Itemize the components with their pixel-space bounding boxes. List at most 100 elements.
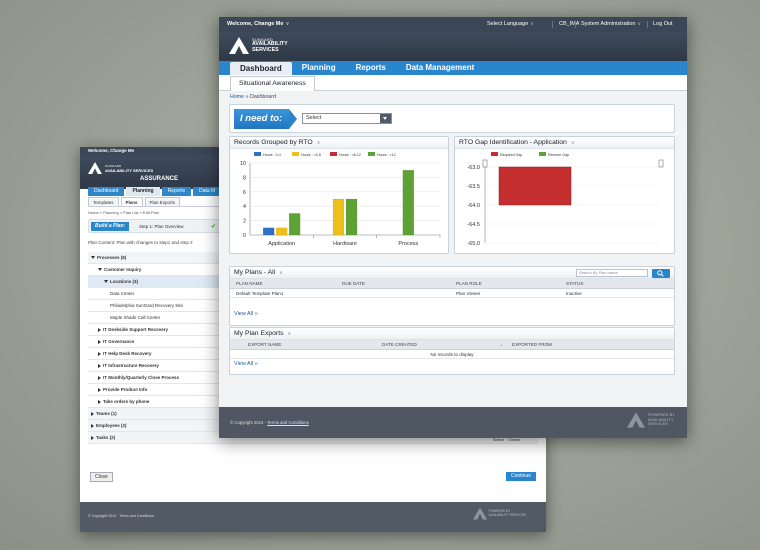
logo-icon: [626, 412, 645, 428]
back-nav-data[interactable]: Data M: [193, 187, 222, 196]
welcome-menu[interactable]: Welcome, Change Me ∨: [227, 17, 290, 32]
logout-link[interactable]: Log Out: [653, 17, 673, 32]
scroll-handle-right: [658, 159, 664, 168]
plan-name-cell[interactable]: Default Template Plan1: [236, 289, 283, 298]
back-nav-reports[interactable]: Reports: [161, 187, 192, 196]
collapse-icon: [98, 339, 101, 344]
legend-swatch: [491, 152, 498, 156]
collapse-icon: [98, 375, 101, 380]
my-plans-panel: My Plans - All ∨ Search By Plan name PLAN…: [229, 266, 675, 326]
tab-situational-awareness[interactable]: Situational Awareness: [230, 76, 315, 91]
col-plan-role[interactable]: PLAN ROLE: [456, 279, 482, 289]
col-date-created[interactable]: DATE CREATED: [382, 340, 417, 350]
my-exports-panel: My Plan Exports ∨ EXPORT NAME DATE CREATE…: [229, 327, 675, 375]
product-name: ASSURANCE: [140, 176, 179, 182]
plan-content-line: Plan Content: Plan with changes to step1…: [88, 240, 193, 245]
back-nav-planning[interactable]: Planning: [126, 187, 160, 196]
step1-label[interactable]: Step 1: Plan Overview: [139, 224, 184, 229]
empty-message: No records to display: [430, 352, 474, 357]
rto-gap-chart: Required Gap Recover Gap -63.0 -63.5 -64.0 -6…: [467, 152, 664, 247]
terms-link[interactable]: Terms and Conditions: [267, 420, 309, 425]
i-need-to-label: I need to:: [234, 109, 297, 129]
breadcrumb: Home » Dashboard: [230, 94, 276, 100]
col-plan-name[interactable]: PLAN NAME: [236, 279, 263, 289]
chevron-down-icon: ∨: [637, 21, 642, 27]
header: SUNGARD AVAILABILITY SERVICES: [219, 32, 687, 61]
back-nav: Dashboard Planning Reports Data M: [88, 187, 222, 196]
status-cell: Inactive: [566, 291, 582, 296]
logo[interactable]: SUNGARD AVAILABILITY SERVICES: [229, 37, 288, 54]
collapse-icon: [98, 363, 101, 368]
select-language[interactable]: Select Language ∨: [487, 17, 534, 32]
sort-icon[interactable]: ↓: [500, 340, 502, 350]
system-admin-menu[interactable]: System Administration ∨: [581, 17, 641, 32]
panel-title: My Plan Exports: [234, 330, 284, 337]
back-breadcrumb[interactable]: Home » Planning » Plan List » Edit Plan: [88, 210, 159, 215]
breadcrumb-home[interactable]: Home: [230, 94, 244, 100]
col-status[interactable]: STATUS: [566, 279, 583, 289]
front-window: Welcome, Change Me ∨ Select Language ∨ CB_…: [219, 17, 687, 438]
divider: [552, 21, 553, 28]
expand-icon: [91, 256, 95, 260]
plan-search-input[interactable]: Search By Plan name: [576, 269, 648, 277]
search-icon: [657, 269, 664, 277]
check-icon: ✔: [211, 224, 217, 230]
legend-swatch: [539, 152, 546, 156]
col-due-date[interactable]: DUE DATE: [342, 279, 365, 289]
back-tab-exports[interactable]: Plan Exports: [144, 197, 181, 206]
chevron-down-icon: ∨: [530, 21, 534, 27]
search-button[interactable]: [652, 268, 670, 278]
close-button[interactable]: Close: [90, 472, 113, 482]
back-tab-templates[interactable]: Templates: [88, 197, 119, 206]
chevron-down-icon: ∨: [285, 21, 290, 27]
divider: [575, 21, 576, 28]
plan-role-cell: Plan Viewer: [456, 291, 481, 296]
y-tick-label: 10: [240, 161, 246, 167]
i-need-to-select[interactable]: Select: [302, 113, 392, 124]
rto-gap-panel: RTO Gap Identification - Application ∨ Re…: [454, 136, 675, 254]
nav-data-management[interactable]: Data Management: [396, 61, 484, 75]
chevron-down-icon[interactable]: ∨: [279, 270, 283, 276]
copyright: © Copyright 2014 - Terms and Conditions: [230, 420, 309, 425]
exports-view-all-link[interactable]: View All »: [234, 361, 258, 367]
plans-view-all-link[interactable]: View All »: [234, 311, 258, 317]
nav-planning[interactable]: Planning: [292, 61, 346, 75]
y-tick-label: -65.0: [467, 241, 480, 247]
y-tick-label: -64.0: [467, 203, 480, 209]
chevron-down-icon[interactable]: ∨: [317, 140, 321, 146]
continue-button[interactable]: Continue: [505, 472, 536, 481]
collapse-icon: [98, 387, 101, 392]
back-nav-dashboard[interactable]: Dashboard: [88, 187, 125, 196]
panel-header: My Plan Exports ∨: [230, 328, 674, 340]
logo-line2: SERVICES: [252, 46, 279, 53]
nav-dashboard[interactable]: Dashboard: [230, 62, 292, 75]
back-copyright[interactable]: © Copyright 2014 · Terms and Conditions: [88, 514, 154, 518]
y-tick-label: 0: [243, 233, 246, 239]
col-export-name[interactable]: EXPORT NAME: [248, 340, 281, 350]
bar: [262, 227, 275, 236]
back-footer-logo: POWERED BY AVAILABILITY SERVICES: [472, 507, 526, 520]
panel-header: My Plans - All ∨ Search By Plan name: [230, 267, 674, 279]
chevron-down-icon[interactable]: ∨: [287, 331, 291, 337]
chevron-down-icon[interactable]: ∨: [571, 140, 575, 146]
collapse-icon: [98, 327, 101, 332]
panel-title: My Plans - All: [234, 269, 276, 276]
breadcrumb-current: Dashboard: [250, 94, 276, 100]
back-tab-plans[interactable]: Plans: [120, 197, 143, 206]
build-plan-label: Build a Plan:: [91, 222, 130, 231]
expand-icon: [98, 268, 102, 272]
collapse-icon: [98, 399, 101, 404]
empty-row: No records to display: [230, 350, 674, 359]
panel-title: Records Grouped by RTO: [234, 139, 313, 146]
col-exported-from[interactable]: EXPORTED FROM: [512, 340, 552, 350]
collapse-icon: [91, 435, 94, 440]
scroll-handle-left: [482, 159, 488, 168]
bar: [345, 198, 358, 236]
expand-icon: [104, 280, 108, 284]
main-nav: Dashboard Planning Reports Data Manageme…: [219, 61, 687, 75]
table-row[interactable]: Default Template Plan1 Plan Viewer Inact…: [230, 289, 674, 298]
collapse-icon: [91, 411, 94, 416]
legend-label: Hours : 0-4: [263, 153, 281, 157]
cb-ima[interactable]: CB_IMA: [559, 17, 579, 32]
nav-reports[interactable]: Reports: [346, 61, 396, 75]
